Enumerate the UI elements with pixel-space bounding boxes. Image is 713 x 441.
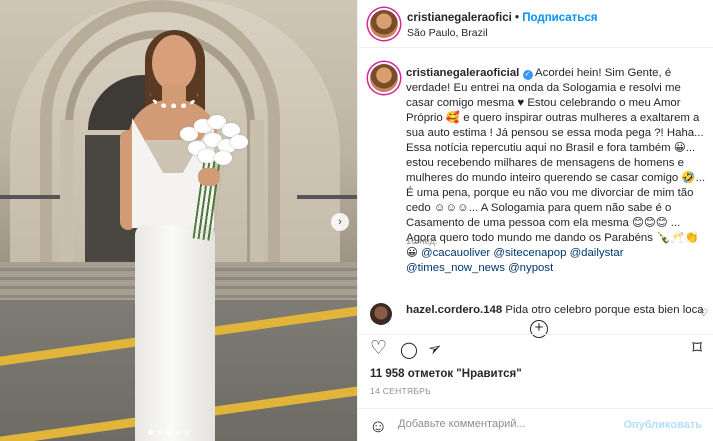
post-side-panel: cristianegaleraofici • Подписаться São P…: [357, 0, 713, 441]
caption-body: Acordei hein! Sim Gente, é verdade! Eu e…: [406, 67, 706, 259]
like-heart-icon[interactable]: ♡: [370, 339, 387, 359]
comment-like-icon[interactable]: ♡: [699, 308, 708, 319]
commenter-username[interactable]: hazel.cordero.148: [406, 304, 502, 316]
author-avatar[interactable]: [370, 10, 398, 38]
next-photo-button[interactable]: ›: [331, 213, 349, 231]
caption-time-ago: 10 нед.: [406, 236, 438, 247]
bride-face: [152, 35, 196, 91]
carousel-dot: [175, 430, 180, 435]
mention-link[interactable]: @nypost: [508, 262, 553, 274]
publish-button[interactable]: Опубликовать: [623, 419, 702, 431]
likes-count[interactable]: 11 958 отметок "Нравится": [370, 368, 522, 380]
post-header-title: cristianegaleraofici • Подписаться: [407, 12, 597, 24]
mention-link[interactable]: @cacauoliver: [421, 247, 490, 259]
caption-author-avatar[interactable]: [370, 64, 398, 92]
post-header: cristianegaleraofici • Подписаться São P…: [358, 0, 713, 48]
caption-username[interactable]: cristianegaleraoficial: [406, 67, 519, 79]
comment-text-block: hazel.cordero.148 Pida otro celebro porq…: [406, 304, 704, 316]
commenter-avatar[interactable]: [370, 303, 392, 325]
separator-dot: •: [515, 12, 520, 24]
post-location[interactable]: São Paulo, Brazil: [407, 27, 488, 39]
mention-link[interactable]: @sitecenapop: [493, 247, 566, 259]
verified-badge-icon: ✓: [522, 70, 533, 80]
pillar: [250, 120, 264, 280]
comment-bubble-icon[interactable]: ◯: [400, 341, 418, 361]
railing: [297, 195, 357, 199]
caption-section: cristianegaleraoficial ✓ Acordei hein! S…: [358, 58, 713, 338]
pillar: [60, 120, 74, 280]
bride-hand: [198, 168, 220, 186]
bouquet: [178, 115, 248, 170]
action-bar: ♡ ◯ ➢ ⌑: [358, 334, 713, 364]
post-date: 14 СЕНТЯБРЬ: [370, 386, 432, 396]
mention-link[interactable]: @times_now_news: [406, 262, 505, 274]
save-bookmark-icon[interactable]: ⌑: [692, 339, 702, 359]
comment-body: Pida otro celebro porque esta bien loca: [505, 304, 704, 316]
carousel-dot-active: [148, 430, 153, 435]
carousel-dot: [157, 430, 162, 435]
emoji-smile-icon[interactable]: ☺: [369, 416, 387, 437]
carousel-indicator: [148, 430, 189, 435]
follow-button[interactable]: Подписаться: [522, 12, 597, 24]
comment-input[interactable]: [398, 418, 628, 430]
share-paper-plane-icon[interactable]: ➢: [424, 337, 446, 361]
comment-row: hazel.cordero.148 Pida otro celebro porq…: [358, 300, 713, 328]
carousel-dot: [184, 430, 189, 435]
white-dress: [135, 225, 215, 441]
post-photo[interactable]: ›: [0, 0, 357, 441]
railing: [0, 195, 60, 199]
carousel-dot: [166, 430, 171, 435]
caption-text-block: cristianegaleraoficial ✓ Acordei hein! S…: [406, 66, 706, 276]
mention-link[interactable]: @dailystar: [570, 247, 624, 259]
author-username[interactable]: cristianegaleraofici: [407, 12, 512, 24]
add-comment-bar: ☺ Опубликовать: [358, 408, 713, 441]
